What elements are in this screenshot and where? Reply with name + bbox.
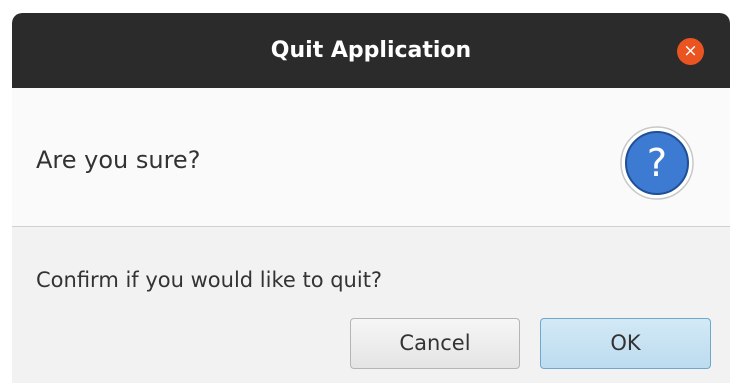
title-bar[interactable]: Quit Application × <box>12 13 730 88</box>
ok-button[interactable]: OK <box>540 318 711 369</box>
header-panel: Are you sure? ? <box>12 88 730 227</box>
close-icon: × <box>683 41 698 61</box>
quit-dialog: Quit Application × Are you sure? ? Confi… <box>12 13 730 383</box>
header-text: Are you sure? <box>36 146 201 174</box>
close-button[interactable]: × <box>677 38 704 65</box>
question-icon: ? <box>620 126 694 200</box>
cancel-button[interactable]: Cancel <box>350 318 520 369</box>
dialog-title: Quit Application <box>270 38 472 63</box>
svg-text:?: ? <box>647 141 667 185</box>
content-text: Confirm if you would like to quit? <box>36 268 383 292</box>
